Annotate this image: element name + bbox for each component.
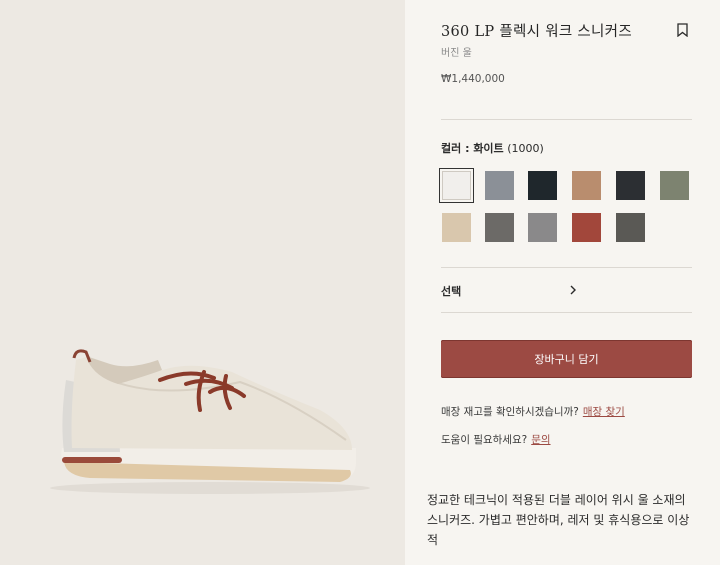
product-material: 버진 울: [441, 48, 472, 59]
size-select-label: 선택: [441, 285, 462, 298]
store-stock-line: 매장 재고를 확인하시겠습니까? 매장 찾기: [441, 404, 625, 419]
color-swatch-olive[interactable]: [660, 171, 689, 200]
help-text: 도움이 필요하세요?: [441, 434, 528, 446]
find-store-link[interactable]: 매장 찾기: [583, 406, 625, 418]
size-select[interactable]: 선택: [441, 273, 692, 309]
product-image-panel: [0, 0, 405, 565]
product-detail-panel: 360 LP 플렉시 워크 스니커즈 버진 울 ₩1,440,000 컬러 : …: [405, 0, 720, 565]
product-title: 360 LP 플렉시 워크 스니커즈: [441, 24, 632, 40]
color-label-prefix: 컬러 :: [441, 142, 474, 155]
color-swatch-dark-grey[interactable]: [616, 213, 645, 242]
color-swatch-white[interactable]: [439, 168, 474, 203]
store-stock-text: 매장 재고를 확인하시겠습니까?: [441, 406, 579, 418]
color-swatch-grey-blue[interactable]: [485, 171, 514, 200]
divider: [441, 267, 692, 268]
color-swatch-red-clay[interactable]: [572, 213, 601, 242]
help-line: 도움이 필요하세요? 문의: [441, 432, 551, 447]
add-to-cart-button[interactable]: 장바구니 담기: [441, 340, 692, 378]
selected-color-name: 화이트: [473, 142, 504, 155]
product-description: 정교한 테크닉이 적용된 더블 레이어 위시 울 소재의 스니커즈. 가볍고 편…: [427, 493, 690, 547]
contact-link[interactable]: 문의: [531, 434, 550, 446]
color-swatch-navy-black[interactable]: [528, 171, 557, 200]
bookmark-icon[interactable]: [677, 23, 688, 37]
sneaker-image: [50, 349, 370, 494]
color-swatch-grey-melange[interactable]: [528, 213, 557, 242]
color-swatch-tan[interactable]: [572, 171, 601, 200]
product-price: ₩1,440,000: [441, 73, 505, 85]
divider: [441, 312, 692, 313]
color-swatch-grey-mix[interactable]: [485, 213, 514, 242]
selected-color-code: (1000): [507, 142, 544, 155]
color-swatch-beige[interactable]: [442, 213, 471, 242]
color-label: 컬러 : 화이트 (1000): [441, 140, 544, 156]
color-swatch-charcoal-black[interactable]: [616, 171, 645, 200]
divider: [441, 119, 692, 120]
chevron-right-icon: [570, 285, 576, 295]
